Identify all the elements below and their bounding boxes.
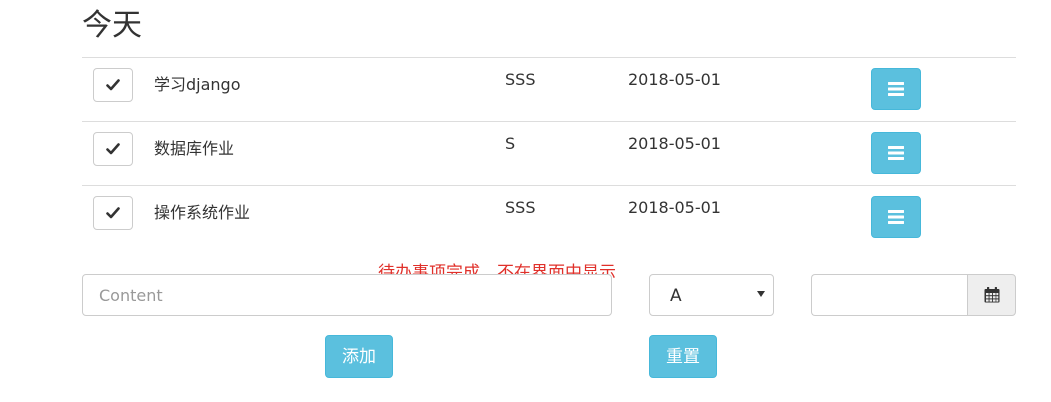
task-date: 2018-05-01 xyxy=(628,198,721,217)
caret-down-icon xyxy=(757,291,765,297)
task-content: 学习django xyxy=(154,75,241,94)
task-date: 2018-05-01 xyxy=(628,70,721,89)
task-content: 数据库作业 xyxy=(154,139,235,158)
check-icon xyxy=(106,143,120,155)
list-icon xyxy=(888,146,904,160)
reset-button[interactable]: 重置 xyxy=(649,335,717,378)
list-icon xyxy=(888,210,904,224)
check-icon xyxy=(106,79,120,91)
table-row: 操作系统作业 SSS 2018-05-01 xyxy=(82,185,1016,249)
complete-task-button[interactable] xyxy=(93,68,133,102)
check-icon xyxy=(106,207,120,219)
date-picker xyxy=(811,274,1016,316)
calendar-button[interactable] xyxy=(967,274,1016,316)
priority-select-value: A xyxy=(670,286,682,306)
task-priority: S xyxy=(505,134,516,153)
date-input[interactable] xyxy=(811,274,968,316)
add-button[interactable]: 添加 xyxy=(325,335,393,378)
task-priority: SSS xyxy=(505,70,536,89)
content-input[interactable] xyxy=(82,274,612,316)
complete-task-button[interactable] xyxy=(93,132,133,166)
list-icon xyxy=(888,82,904,96)
task-table: 学习django SSS 2018-05-01 数据库作业 S 2018-05-… xyxy=(82,57,1016,249)
priority-select[interactable]: A xyxy=(649,274,774,316)
task-date: 2018-05-01 xyxy=(628,134,721,153)
table-row: 数据库作业 S 2018-05-01 xyxy=(82,121,1016,185)
page-title: 今天 xyxy=(82,8,142,43)
calendar-icon xyxy=(984,287,999,303)
task-menu-button[interactable] xyxy=(871,196,921,238)
todo-page: 今天 学习django SSS 2018-05-01 数据库作业 S 2018-… xyxy=(0,0,1051,402)
complete-task-button[interactable] xyxy=(93,196,133,230)
task-priority: SSS xyxy=(505,198,536,217)
task-content: 操作系统作业 xyxy=(154,203,251,222)
task-menu-button[interactable] xyxy=(871,132,921,174)
task-menu-button[interactable] xyxy=(871,68,921,110)
table-row: 学习django SSS 2018-05-01 xyxy=(82,57,1016,121)
